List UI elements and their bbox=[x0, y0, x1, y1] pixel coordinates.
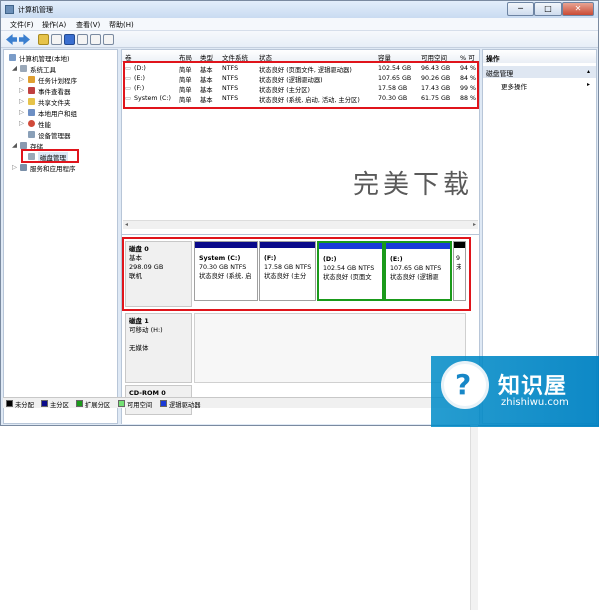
event-viewer-icon bbox=[28, 87, 35, 94]
back-arrow-icon[interactable] bbox=[6, 34, 17, 45]
collapsed-arrow-icon[interactable]: ▷ bbox=[19, 86, 24, 94]
computer-management-window: 计算机管理 ─ □ ✕ 文件(F) 操作(A) 查看(V) 帮助(H) 计算机管… bbox=[0, 0, 599, 610]
collapsed-arrow-icon[interactable]: ▷ bbox=[12, 163, 17, 171]
horizontal-scrollbar[interactable]: ◂ ▸ bbox=[123, 220, 478, 229]
disk1-label[interactable]: 磁盘 1 可移动 (H:) 无媒体 bbox=[125, 313, 192, 383]
properties-icon[interactable] bbox=[77, 34, 88, 45]
expand-arrow-icon[interactable]: ◢ bbox=[12, 141, 17, 149]
legend-free: 可用空间 bbox=[127, 402, 153, 409]
tree-system-tools[interactable]: 系统工具 bbox=[30, 64, 56, 74]
actions-section-disk-management[interactable]: 磁盘管理 bbox=[483, 66, 596, 78]
tools-icon bbox=[20, 65, 27, 72]
computer-icon bbox=[9, 54, 16, 61]
legend-unallocated: 未分配 bbox=[15, 402, 34, 409]
tree-root[interactable]: 计算机管理(本地) bbox=[19, 53, 70, 63]
users-icon bbox=[28, 109, 35, 116]
legend-swatch-logical bbox=[160, 400, 167, 407]
more-actions-item[interactable]: 更多操作 bbox=[501, 81, 527, 91]
storage-icon bbox=[20, 142, 27, 149]
legend-bar: 未分配 主分区 扩展分区 可用空间 逻辑驱动器 bbox=[3, 397, 479, 409]
tree-item-event-viewer[interactable]: 事件查看器 bbox=[38, 86, 71, 96]
performance-icon bbox=[28, 120, 35, 127]
up-folder-icon[interactable] bbox=[38, 34, 49, 45]
disk1-type: 可移动 (H:) bbox=[129, 326, 163, 334]
highlight-volume-list bbox=[123, 61, 479, 109]
shared-folder-icon bbox=[28, 98, 35, 105]
disk1-empty-area bbox=[194, 313, 466, 383]
brand-question-icon: ? bbox=[441, 361, 489, 409]
clock-icon bbox=[28, 76, 35, 83]
menu-bar: 文件(F) 操作(A) 查看(V) 帮助(H) bbox=[1, 18, 598, 31]
services-icon bbox=[20, 164, 27, 171]
actions-header: 操作 bbox=[483, 50, 596, 63]
help-icon[interactable] bbox=[64, 34, 75, 45]
close-button[interactable]: ✕ bbox=[562, 2, 594, 16]
forward-arrow-icon[interactable] bbox=[19, 34, 30, 45]
scroll-right-icon[interactable]: ▸ bbox=[473, 221, 476, 228]
highlight-disk-management bbox=[21, 149, 79, 163]
brand-url: zhishiwu.com bbox=[501, 397, 569, 408]
disk1-media: 无媒体 bbox=[129, 344, 149, 352]
legend-primary: 主分区 bbox=[50, 402, 69, 409]
legend-swatch-unallocated bbox=[6, 400, 13, 407]
brand-logo: ? 知识屋 zhishiwu.com bbox=[431, 356, 599, 427]
device-manager-icon bbox=[28, 131, 35, 138]
tree-item-device-manager[interactable]: 设备管理器 bbox=[38, 130, 71, 140]
navigation-tree: 计算机管理(本地) ◢ 系统工具 ▷ 任务计划程序 ▷ 事件查看器 ▷ 共享文件… bbox=[3, 49, 118, 424]
watermark-text: 完美下载 bbox=[353, 170, 474, 200]
expand-arrow-icon[interactable]: ◢ bbox=[12, 64, 17, 72]
menu-file[interactable]: 文件(F) bbox=[10, 20, 34, 30]
menu-view[interactable]: 查看(V) bbox=[76, 20, 100, 30]
disk-management-pane: 卷 布局 类型 文件系统 状态 容量 可用空间 % 可 ▭ (D:) 简单 基本… bbox=[121, 49, 480, 610]
tree-item-task-scheduler[interactable]: 任务计划程序 bbox=[38, 75, 77, 85]
minimize-button[interactable]: ─ bbox=[507, 2, 534, 16]
collapsed-arrow-icon[interactable]: ▷ bbox=[19, 97, 24, 105]
tree-services[interactable]: 服务和应用程序 bbox=[30, 163, 76, 173]
tree-item-local-users[interactable]: 本地用户和组 bbox=[38, 108, 77, 118]
brand-name: 知识屋 bbox=[498, 374, 568, 399]
tree-item-shared-folders[interactable]: 共享文件夹 bbox=[38, 97, 71, 107]
legend-logical: 逻辑驱动器 bbox=[169, 402, 201, 409]
submenu-arrow-icon[interactable]: ▸ bbox=[587, 81, 590, 88]
legend-swatch-extended bbox=[76, 400, 83, 407]
legend-swatch-free bbox=[118, 400, 125, 407]
toolbar bbox=[1, 31, 598, 48]
legend-swatch-primary bbox=[41, 400, 48, 407]
disk-map: 磁盘 0 基本 298.09 GB 联机 System (C:) 70.30 GB… bbox=[122, 234, 479, 610]
refresh-icon[interactable] bbox=[90, 34, 101, 45]
view-icon[interactable] bbox=[103, 34, 114, 45]
collapsed-arrow-icon[interactable]: ▷ bbox=[19, 108, 24, 116]
highlight-disk0 bbox=[122, 237, 471, 311]
tree-item-performance[interactable]: 性能 bbox=[38, 119, 51, 129]
title-bar: 计算机管理 ─ □ ✕ bbox=[1, 1, 598, 18]
window-title: 计算机管理 bbox=[18, 6, 53, 14]
collapse-arrow-icon[interactable]: ▴ bbox=[587, 68, 590, 75]
vertical-scrollbar[interactable] bbox=[470, 425, 478, 610]
maximize-button[interactable]: □ bbox=[534, 2, 562, 16]
show-hide-tree-icon[interactable] bbox=[51, 34, 62, 45]
menu-help[interactable]: 帮助(H) bbox=[109, 20, 134, 30]
legend-extended: 扩展分区 bbox=[85, 402, 111, 409]
collapsed-arrow-icon[interactable]: ▷ bbox=[19, 119, 24, 127]
scroll-left-icon[interactable]: ◂ bbox=[125, 221, 128, 228]
disk1-name: 磁盘 1 bbox=[129, 317, 149, 325]
menu-action[interactable]: 操作(A) bbox=[42, 20, 66, 30]
collapsed-arrow-icon[interactable]: ▷ bbox=[19, 75, 24, 83]
app-icon bbox=[5, 5, 14, 14]
